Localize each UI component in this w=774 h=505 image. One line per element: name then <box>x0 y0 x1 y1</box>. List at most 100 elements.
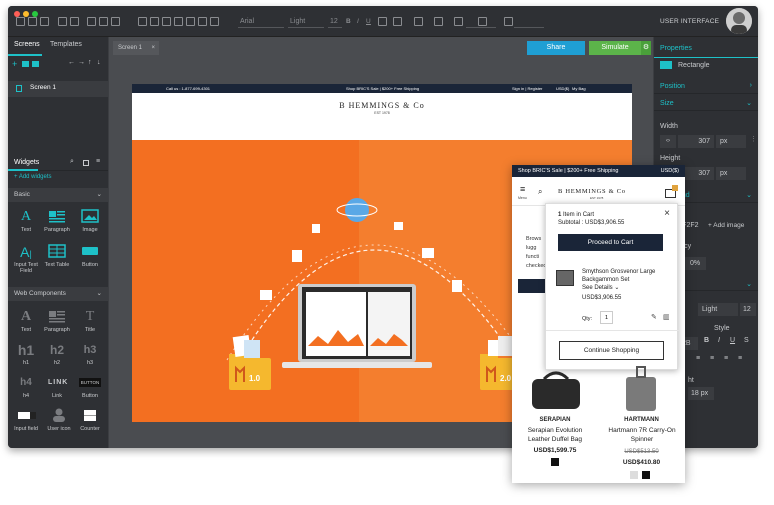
add-screen-icon[interactable]: + <box>12 59 17 69</box>
shadow-icon[interactable] <box>504 17 513 26</box>
close-cart-icon[interactable]: × <box>664 208 670 219</box>
link-icon[interactable] <box>174 17 183 26</box>
align-left-icon[interactable]: ≡ <box>696 355 700 362</box>
screen-tab[interactable]: Screen 1 × <box>113 41 159 55</box>
web-widget-h4[interactable]: h4 h4 <box>12 375 40 399</box>
redo-icon[interactable] <box>70 17 79 26</box>
user-avatar[interactable] <box>726 8 752 34</box>
product-name[interactable]: Hartmann 7R Carry-On Spinner <box>604 426 680 444</box>
align-center-icon[interactable]: ≡ <box>710 355 714 362</box>
color-swatch-black[interactable] <box>551 458 559 466</box>
size-section[interactable]: Size ⌄ <box>654 97 758 111</box>
simulate-settings-icon[interactable]: ⚙ <box>641 41 651 55</box>
grid-view-icon[interactable] <box>83 160 89 166</box>
widget-text-table[interactable]: Text Table <box>43 244 71 268</box>
mobile-currency[interactable]: USD($) <box>661 165 679 177</box>
bold-style-icon[interactable]: B <box>704 337 709 344</box>
continue-shopping-button[interactable]: Continue Shopping <box>559 341 664 360</box>
line-style-icon[interactable] <box>454 17 463 26</box>
tab-templates[interactable]: Templates <box>50 41 82 48</box>
widget-image[interactable]: Image <box>76 209 104 233</box>
transparency-input[interactable]: 0% <box>684 257 706 270</box>
align-right-icon[interactable]: ≡ <box>724 355 728 362</box>
web-widget-title[interactable]: T Title <box>76 309 104 333</box>
web-components-section-header[interactable]: Web Components ⌄ <box>8 287 108 301</box>
widget-paragraph[interactable]: Paragraph <box>43 209 71 233</box>
see-details-link[interactable]: See Details ⌄ <box>582 284 619 291</box>
font-size-select[interactable]: 12 <box>328 15 342 28</box>
lock-ratio-icon[interactable]: ⋮ <box>750 135 757 143</box>
product-image-duffel[interactable] <box>522 365 590 415</box>
web-widget-paragraph[interactable]: Paragraph <box>43 309 71 333</box>
folder-icon[interactable] <box>28 17 37 26</box>
text-align-icon[interactable] <box>378 17 387 26</box>
copy-icon[interactable] <box>87 17 96 26</box>
folder-add-icon[interactable] <box>32 61 39 67</box>
shadow-select[interactable] <box>514 15 544 28</box>
mobile-search-icon[interactable]: ⌕ <box>538 187 542 197</box>
font-family-select[interactable]: Arial <box>238 15 284 28</box>
width-input[interactable]: 307 <box>678 135 714 148</box>
eraser-icon[interactable] <box>162 17 171 26</box>
web-widget-counter[interactable]: Counter <box>76 408 104 432</box>
view-mode-label[interactable]: USER INTERFACE <box>660 15 719 28</box>
line-height-input[interactable]: 18 px <box>688 387 714 400</box>
color-swatch-silver[interactable] <box>630 471 638 479</box>
hand-icon[interactable] <box>150 17 159 26</box>
strike-style-icon[interactable]: S <box>744 337 749 344</box>
italic-icon[interactable]: I <box>357 15 359 28</box>
align-icon[interactable] <box>186 17 195 26</box>
list-view-icon[interactable]: ≡ <box>96 158 100 165</box>
mobile-preview[interactable]: Shop BRIC'S Sale | $200+ Free Shipping U… <box>512 165 685 483</box>
hamburger-menu-icon[interactable]: ≡ <box>520 185 525 194</box>
web-widget-user-icon[interactable]: User icon <box>45 408 73 432</box>
web-widget-h2[interactable]: h2 h2 <box>43 342 71 366</box>
add-image-link[interactable]: + Add image <box>708 222 744 229</box>
arrange-icon[interactable] <box>210 17 219 26</box>
product-image-spinner[interactable] <box>606 365 676 415</box>
duplicate-icon[interactable] <box>111 17 120 26</box>
web-widget-h1[interactable]: h1 h1 <box>12 342 40 366</box>
border-icon[interactable] <box>414 17 423 26</box>
arrow-down-icon[interactable]: ↓ <box>97 59 101 66</box>
tab-widgets[interactable]: Widgets <box>14 159 39 166</box>
bold-icon[interactable]: B <box>346 15 351 28</box>
widget-button[interactable]: Button <box>76 244 104 268</box>
arrow-right-icon[interactable]: → <box>78 59 85 66</box>
underline-icon[interactable]: U <box>366 15 371 28</box>
web-widget-text[interactable]: A Text <box>12 309 40 333</box>
height-unit-select[interactable]: px <box>716 167 746 180</box>
widget-input-text-field[interactable]: A| Input Text Field <box>10 244 42 274</box>
search-icon[interactable]: ⌕ <box>70 158 74 166</box>
font-weight-select[interactable]: Light <box>288 15 324 28</box>
arrow-up-icon[interactable]: ↑ <box>88 59 92 66</box>
paste-icon[interactable] <box>99 17 108 26</box>
widget-text[interactable]: A Text <box>12 209 40 233</box>
italic-style-icon[interactable]: I <box>718 337 720 344</box>
align-justify-icon[interactable]: ≡ <box>738 355 742 362</box>
color-swatch-black[interactable] <box>642 471 650 479</box>
cart-item-name[interactable]: Smythson Grosvenor Large Backgammon Set <box>582 268 674 284</box>
edit-pencil-icon[interactable]: ✎ <box>651 313 657 321</box>
web-widget-h3[interactable]: h3 h3 <box>76 342 104 366</box>
underline-style-icon[interactable]: U <box>730 337 735 344</box>
text-size-select[interactable]: 12 <box>740 303 756 316</box>
trash-icon[interactable]: ▥ <box>663 313 670 321</box>
arrow-left-icon[interactable]: ← <box>68 59 75 66</box>
pointer-icon[interactable] <box>138 17 147 26</box>
close-icon[interactable]: × <box>151 41 155 55</box>
text-weight-select[interactable]: Light <box>698 303 738 316</box>
proceed-to-cart-button[interactable]: Proceed to Cart <box>558 234 663 251</box>
cart-dropdown[interactable]: × 1 Item in Cart Subtotal : USD$3,906.55… <box>545 203 679 370</box>
download-icon[interactable] <box>40 17 49 26</box>
screen-list-item[interactable]: Screen 1 <box>8 81 108 97</box>
basic-section-header[interactable]: Basic ⌄ <box>8 188 108 202</box>
width-arrows-icon[interactable]: ‹› <box>660 135 676 148</box>
distribute-icon[interactable] <box>198 17 207 26</box>
file-icon[interactable] <box>16 17 25 26</box>
qty-input[interactable]: 1 <box>600 311 613 324</box>
text-color-icon[interactable] <box>393 17 402 26</box>
position-section[interactable]: Position › <box>654 80 758 94</box>
web-widget-input-field[interactable]: Input field <box>10 408 42 432</box>
tab-screens[interactable]: Screens <box>14 41 40 48</box>
